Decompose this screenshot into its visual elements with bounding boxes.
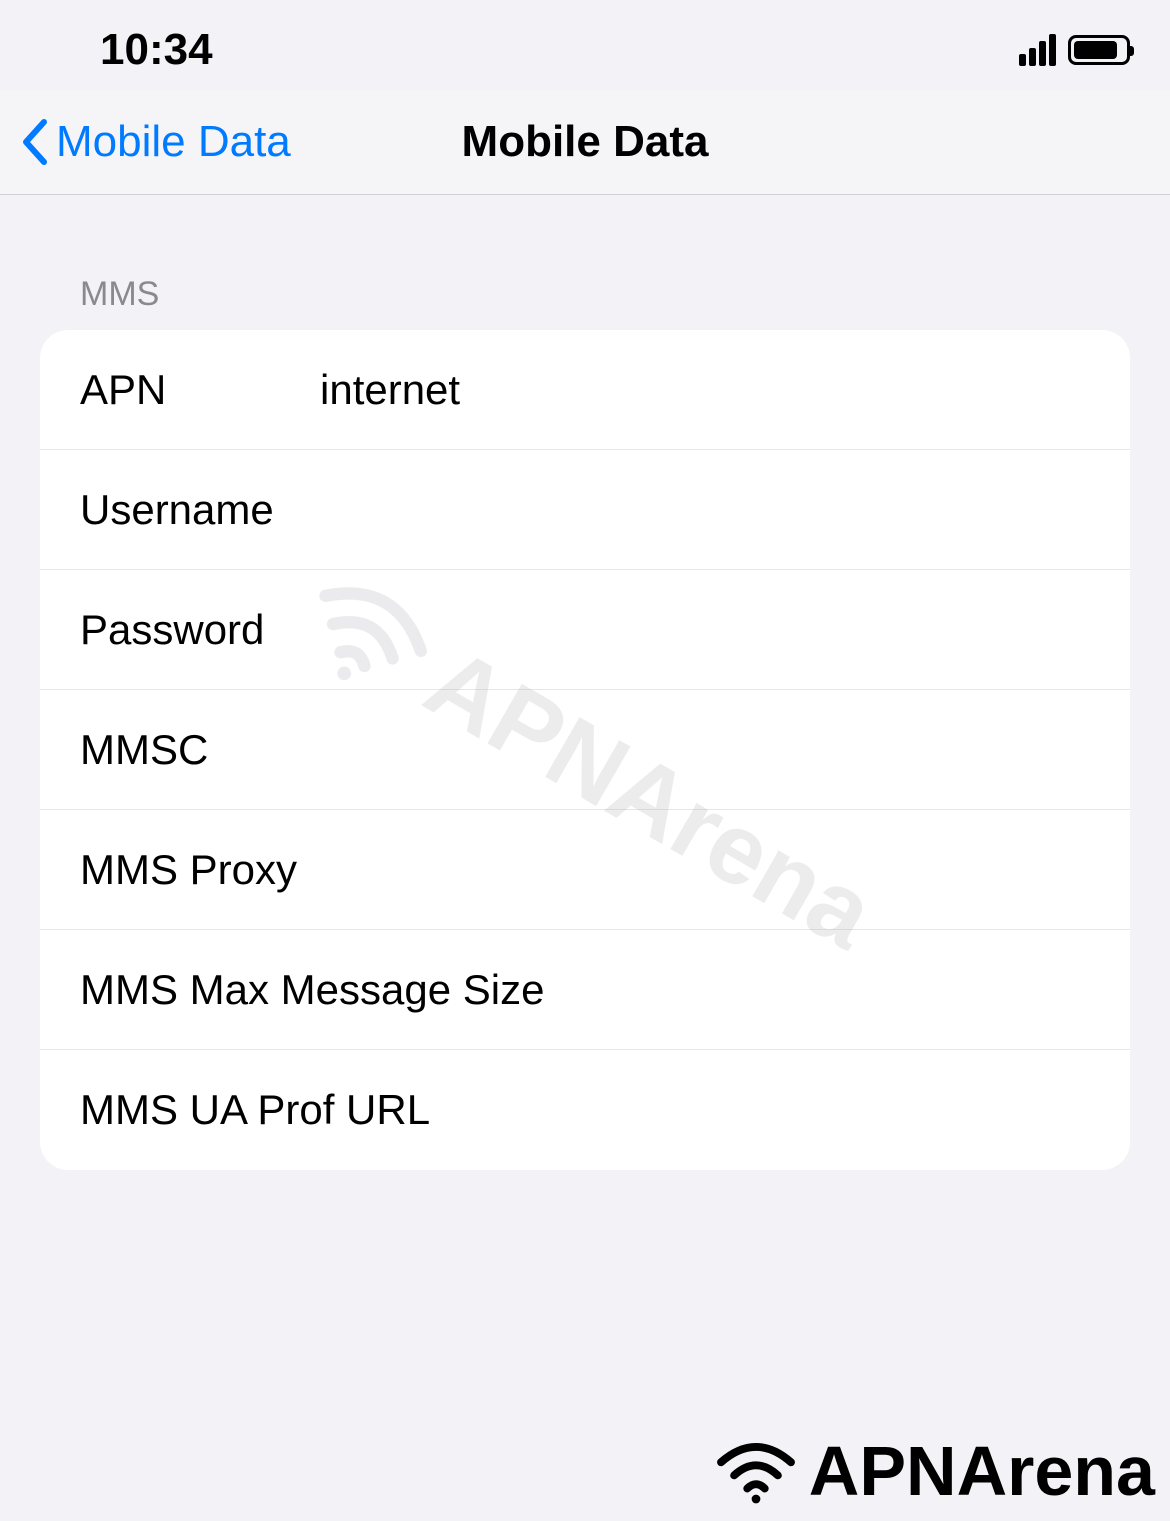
- page-title: Mobile Data: [462, 117, 709, 167]
- row-mms-proxy[interactable]: MMS Proxy: [40, 810, 1130, 930]
- watermark-logo-text: APNArena: [809, 1431, 1155, 1511]
- settings-group-mms: APN Username Password MMSC MMS Proxy MMS…: [40, 330, 1130, 1170]
- cellular-signal-icon: [1019, 34, 1056, 66]
- label-mms-max-msg: MMS Max Message Size: [80, 966, 1090, 1014]
- status-bar: 10:34: [0, 0, 1170, 90]
- row-apn[interactable]: APN: [40, 330, 1130, 450]
- battery-icon: [1068, 35, 1130, 65]
- section-header-mms: MMS: [40, 275, 1130, 314]
- input-mmsc[interactable]: [320, 726, 1090, 774]
- input-mms-proxy[interactable]: [549, 846, 1090, 894]
- label-mms-proxy: MMS Proxy: [80, 846, 549, 894]
- row-mmsc[interactable]: MMSC: [40, 690, 1130, 810]
- navigation-bar: Mobile Data Mobile Data: [0, 90, 1170, 195]
- label-username: Username: [80, 486, 320, 534]
- label-password: Password: [80, 606, 320, 654]
- row-username[interactable]: Username: [40, 450, 1130, 570]
- back-button-label: Mobile Data: [56, 120, 291, 164]
- back-button[interactable]: Mobile Data: [20, 118, 291, 166]
- label-apn: APN: [80, 366, 320, 414]
- watermark-logo: APNArena: [711, 1431, 1155, 1511]
- input-password[interactable]: [320, 606, 1090, 654]
- label-mms-ua-prof: MMS UA Prof URL: [80, 1086, 1090, 1134]
- row-password[interactable]: Password: [40, 570, 1130, 690]
- content-area: MMS APN Username Password MMSC MMS Proxy…: [0, 195, 1170, 1170]
- wifi-icon: [711, 1436, 801, 1506]
- input-username[interactable]: [320, 486, 1090, 534]
- row-mms-ua-prof[interactable]: MMS UA Prof URL: [40, 1050, 1130, 1170]
- status-icons: [1019, 34, 1130, 66]
- status-time: 10:34: [100, 25, 213, 75]
- row-mms-max-msg[interactable]: MMS Max Message Size: [40, 930, 1130, 1050]
- label-mmsc: MMSC: [80, 726, 320, 774]
- input-apn[interactable]: [320, 366, 1090, 414]
- chevron-left-icon: [20, 118, 50, 166]
